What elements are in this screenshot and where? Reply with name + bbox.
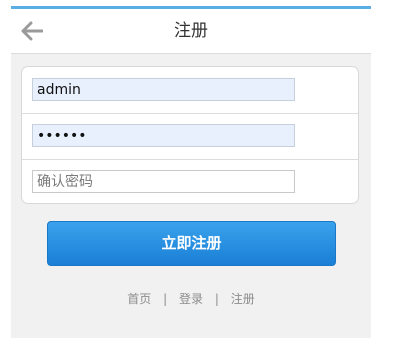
password-row: [22, 113, 358, 160]
footer-nav: 首页 | 登录 | 注册: [11, 290, 371, 307]
page-title: 注册: [174, 21, 208, 41]
back-button[interactable]: [19, 18, 45, 44]
arrow-left-icon: [21, 21, 43, 41]
footer-link-home[interactable]: 首页: [127, 292, 151, 306]
footer-link-login[interactable]: 登录: [179, 292, 203, 306]
confirm-password-input[interactable]: [32, 170, 295, 193]
footer-link-register[interactable]: 注册: [231, 292, 255, 306]
register-form: [21, 66, 359, 204]
header-bar: 注册: [11, 9, 371, 54]
password-input[interactable]: [32, 124, 295, 147]
register-button[interactable]: 立即注册: [47, 221, 336, 266]
username-row: [22, 67, 358, 114]
app-screen: 注册 立即注册 首页 | 登录 | 注册: [11, 6, 371, 338]
footer-separator: |: [163, 292, 168, 306]
username-input[interactable]: [32, 78, 295, 101]
footer-separator: |: [214, 292, 219, 306]
confirm-password-row: [22, 159, 358, 205]
